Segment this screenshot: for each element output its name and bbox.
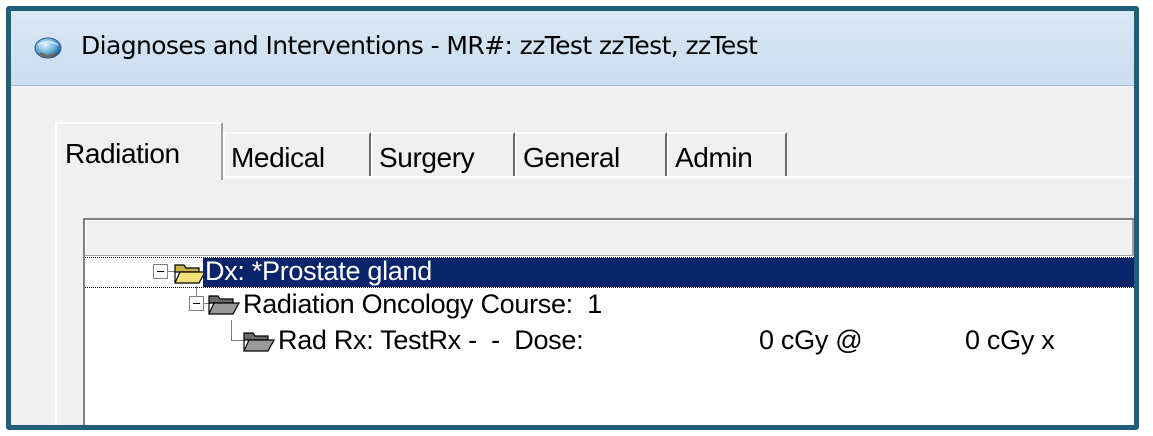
tab-surgery[interactable]: Surgery [371,132,515,178]
collapse-toggle-icon[interactable] [153,264,168,279]
open-folder-yellow-icon [174,264,207,284]
collapse-toggle-icon[interactable] [189,296,204,311]
app-globe-icon [34,37,62,59]
tab-label: General [523,142,620,173]
open-folder-gray-icon [243,332,276,352]
dose-total: 0 cGy @ [759,325,863,355]
diagnosis-tree[interactable]: Dx: *Prostate gland Radiation Oncology C… [83,218,1134,425]
tab-label: Radiation [65,138,180,169]
diagnosis-label: Dx: *Prostate gland [205,256,432,286]
dose-fraction: 0 cGy x [965,325,1055,355]
window-title: Diagnoses and Interventions - MR#: zzTes… [81,31,758,60]
tab-admin[interactable]: Admin [667,132,787,178]
tree-node-course[interactable]: Radiation Oncology Course: 1 [85,289,1134,319]
title-bar[interactable]: Diagnoses and Interventions - MR#: zzTes… [11,11,1134,86]
dialog-body: Radiation Medical Surgery General Admin [11,86,1134,425]
tab-panel-radiation: Dx: *Prostate gland Radiation Oncology C… [55,176,1134,425]
tab-medical[interactable]: Medical [223,132,371,178]
dialog-window: Diagnoses and Interventions - MR#: zzTes… [6,6,1139,430]
open-folder-gray-icon [208,295,241,315]
tab-radiation[interactable]: Radiation [55,122,223,180]
tab-label: Surgery [379,142,475,173]
rad-rx-label: Rad Rx: TestRx - - Dose: [278,325,584,355]
tree-node-rad-rx[interactable]: Rad Rx: TestRx - - Dose: 0 cGy @ 0 cGy x [85,325,1134,355]
tab-general[interactable]: General [515,132,667,178]
tab-label: Medical [231,142,325,173]
tree-node-diagnosis[interactable]: Dx: *Prostate gland [85,256,1134,288]
selected-node-highlight: Dx: *Prostate gland [203,256,1134,287]
tree-header [85,220,1134,256]
course-label: Radiation Oncology Course: 1 [243,289,603,319]
tab-label: Admin [675,142,753,173]
